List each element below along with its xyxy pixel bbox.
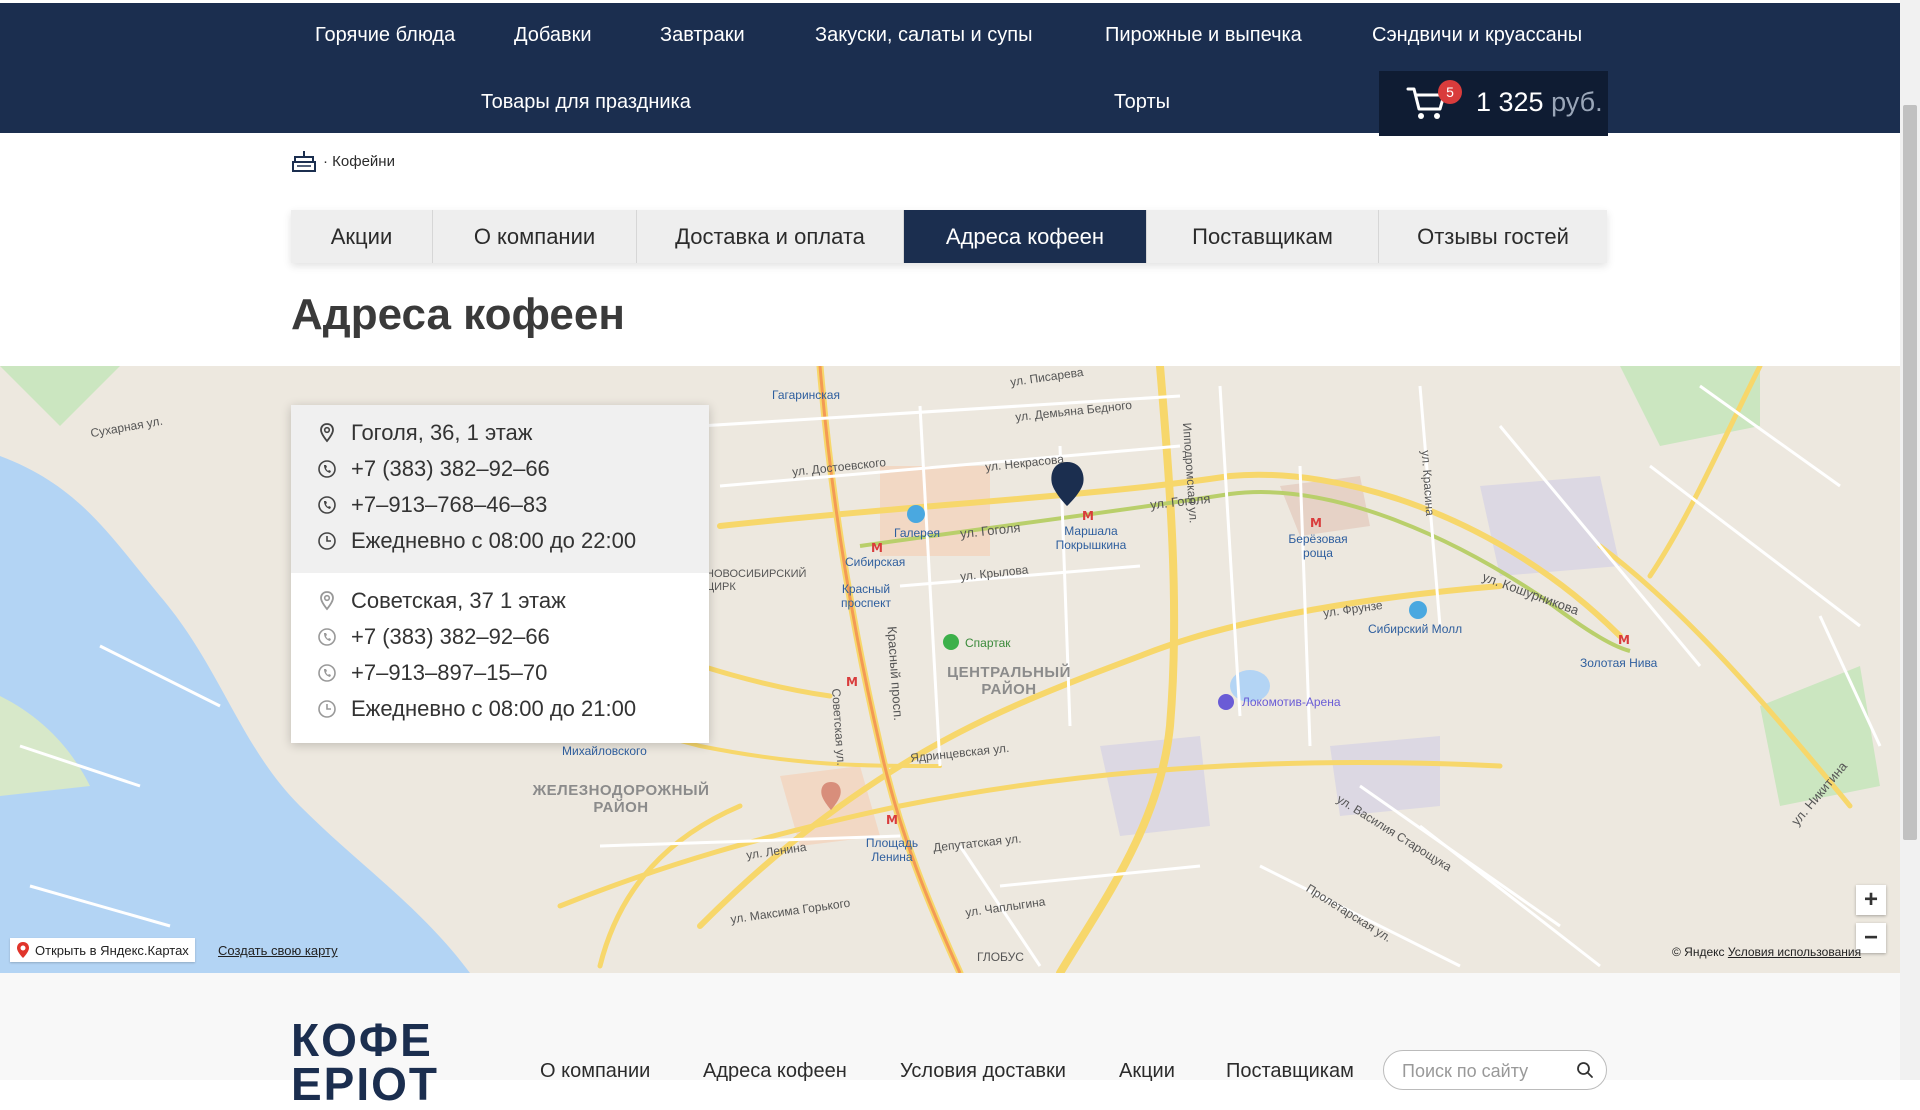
nav-sandwiches[interactable]: Сэндвичи и круассаны <box>1372 24 1582 47</box>
map-label: Локомотив-Арена <box>1242 695 1341 709</box>
open-yandex-maps-label: Открыть в Яндекс.Картах <box>35 942 189 958</box>
phone-row: +7 (383) 382–92–66 <box>317 624 550 650</box>
open-yandex-maps-link[interactable]: Открыть в Яндекс.Картах <box>10 938 195 962</box>
cart-total-amount: 1 325 <box>1476 87 1544 117</box>
phone-icon <box>318 460 336 478</box>
map-label: Берёзовая роща <box>1288 532 1348 560</box>
phone-icon <box>318 496 336 514</box>
nav-hot-dishes[interactable]: Горячие блюда <box>315 24 455 47</box>
breadcrumb: · Кофейни <box>291 148 395 174</box>
hours-text: Ежедневно с 08:00 до 22:00 <box>351 528 637 553</box>
map-label: Площадь Ленина <box>865 836 919 864</box>
map-label: Сибирский Молл <box>1368 622 1463 636</box>
map-pin-gogolya <box>1051 462 1084 506</box>
search-icon[interactable] <box>1576 1061 1594 1079</box>
map-label: Михайловского <box>562 744 647 758</box>
svg-text:M: M <box>886 813 898 827</box>
phone-text[interactable]: +7 (383) 382–92–66 <box>351 456 550 482</box>
map-label: Галерея <box>894 526 941 540</box>
map-copyright-text: © Яндекс <box>1672 945 1725 959</box>
tab-about[interactable]: О компании <box>433 210 637 263</box>
site-search <box>1383 1050 1607 1090</box>
page-scrollbar[interactable] <box>1900 0 1920 1080</box>
cart-count-badge: 5 <box>1438 80 1462 104</box>
hours-text: Ежедневно с 08:00 до 21:00 <box>351 696 637 721</box>
map-label: ЦЕНТРАЛЬНЫЙ РАЙОН <box>947 664 1071 698</box>
phone-text[interactable]: +7–913–897–15–70 <box>351 660 547 686</box>
clock-icon <box>318 700 336 718</box>
svg-text:M: M <box>846 675 858 689</box>
create-map-link[interactable]: Создать свою карту <box>218 943 338 958</box>
phone-row: +7–913–768–46–83 <box>317 492 547 518</box>
tab-addresses[interactable]: Адреса кофеен <box>904 210 1147 263</box>
coffee-shop-info-card: Гоголя, 36, 1 этаж +7 (383) 382–92–66 +7… <box>291 405 709 743</box>
cart-total: 1 325 руб. <box>1476 87 1603 118</box>
hours-row: Ежедневно с 08:00 до 21:00 <box>317 696 636 722</box>
map-label: Красный проспект <box>841 582 891 610</box>
map-label: ГЛОБУС <box>977 950 1024 964</box>
map-label: Гагаринская <box>772 388 840 402</box>
map-label: Спартак <box>965 636 1011 650</box>
phone-row: +7 (383) 382–92–66 <box>317 456 550 482</box>
zoom-in-button[interactable]: + <box>1856 885 1886 915</box>
tab-suppliers[interactable]: Поставщикам <box>1147 210 1379 263</box>
cart-currency: руб. <box>1551 87 1603 117</box>
location-pin-icon <box>320 591 334 611</box>
location-pin-icon <box>320 423 334 443</box>
address-text: Гоголя, 36, 1 этаж <box>351 420 533 445</box>
nav-pastries[interactable]: Пирожные и выпечка <box>1105 24 1302 47</box>
phone-icon <box>318 664 336 682</box>
map-pin-icon <box>17 942 29 958</box>
map-label: НОВОСИБИРСКИЙ ЦИРК <box>706 568 807 593</box>
nav-holiday-goods[interactable]: Товары для праздника <box>481 91 691 114</box>
nav-breakfasts[interactable]: Завтраки <box>660 24 745 47</box>
address-text: Советская, 37 1 этаж <box>351 588 566 613</box>
map-label: ЖЕЛЕЗНОДОРОЖНЫЙ РАЙОН <box>532 782 710 816</box>
map-label: Сибирская <box>845 555 906 569</box>
svg-text:M: M <box>1310 516 1322 530</box>
svg-text:M: M <box>1618 633 1630 647</box>
cart-button[interactable]: 5 1 325 руб. <box>1379 71 1608 136</box>
site-logo[interactable]: КОФЕ ЕРІОТ <box>291 1014 440 1110</box>
nav-cakes[interactable]: Торты <box>1114 91 1170 114</box>
svg-text:M: M <box>1082 509 1094 523</box>
section-tabs: Акции О компании Доставка и оплата Адрес… <box>291 210 1607 263</box>
yandex-map[interactable]: MMM MMM ул. Писарева ул. Демьяна Бедного… <box>0 366 1900 973</box>
location-sovetskaya[interactable]: Советская, 37 1 этаж +7 (383) 382–92–66 … <box>291 573 709 743</box>
location-gogolya[interactable]: Гоголя, 36, 1 этаж +7 (383) 382–92–66 +7… <box>291 405 709 573</box>
search-input[interactable] <box>1400 1059 1574 1083</box>
nav-snacks-salads-soups[interactable]: Закуски, салаты и супы <box>815 24 1033 47</box>
top-navigation: Горячие блюда Добавки Завтраки Закуски, … <box>0 3 1900 136</box>
cake-home-icon[interactable] <box>291 148 317 174</box>
scrollbar-thumb[interactable] <box>1903 105 1917 840</box>
phone-text[interactable]: +7–913–768–46–83 <box>351 492 547 518</box>
phone-text[interactable]: +7 (383) 382–92–66 <box>351 624 550 650</box>
hours-row: Ежедневно с 08:00 до 22:00 <box>317 528 636 554</box>
page-title: Адреса кофеен <box>291 290 625 339</box>
map-label: Маршала Покрышкина <box>1055 524 1127 552</box>
map-terms-link[interactable]: Условия использования <box>1728 945 1861 959</box>
logo-line2: ЕРІОТ <box>291 1058 440 1110</box>
svg-text:M: M <box>871 541 883 555</box>
phone-icon <box>318 628 336 646</box>
tab-delivery[interactable]: Доставка и оплата <box>637 210 904 263</box>
address-row: Гоголя, 36, 1 этаж <box>317 420 533 446</box>
tab-reviews[interactable]: Отзывы гостей <box>1379 210 1607 263</box>
phone-row: +7–913–897–15–70 <box>317 660 547 686</box>
breadcrumb-current: · Кофейни <box>323 152 395 170</box>
clock-icon <box>318 532 336 550</box>
map-copyright: © Яндекс Условия использования <box>1672 945 1861 959</box>
address-row: Советская, 37 1 этаж <box>317 588 566 614</box>
map-label: Золотая Нива <box>1580 656 1658 670</box>
nav-additions[interactable]: Добавки <box>514 24 592 47</box>
logo-line1: КОФЕ <box>291 1014 433 1066</box>
tab-promotions[interactable]: Акции <box>291 210 433 263</box>
